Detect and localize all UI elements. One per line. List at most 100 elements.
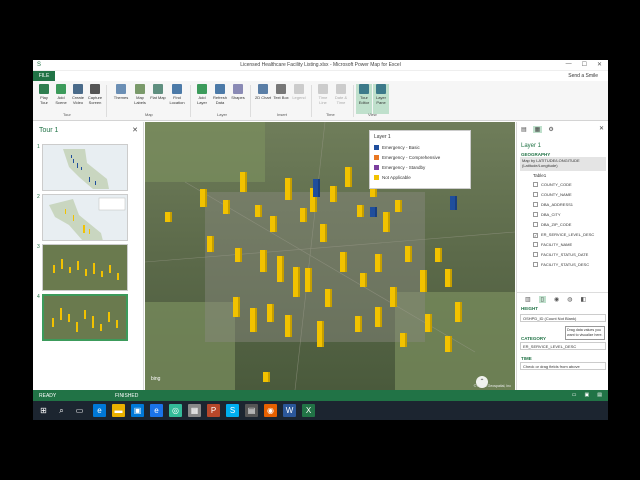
field-checkbox[interactable] [533,192,538,197]
tour-close-button[interactable]: ✕ [132,126,138,134]
scene-thumbnail[interactable]: 1 [37,144,133,191]
field-checkbox[interactable] [533,262,538,267]
firefox-icon[interactable]: ◉ [264,404,277,417]
scene-thumbnail-selected[interactable]: 4 [37,294,133,341]
field-checkbox-checked[interactable]: ✓ [533,233,538,238]
field-item[interactable]: FACILITY_STATUS_DATE [533,252,588,257]
ribbon-divider [311,85,312,117]
excel-icon[interactable]: X [302,404,315,417]
map-column-shade [268,372,270,382]
map-column-shade [405,333,407,347]
table-name[interactable]: Table1 [533,173,546,178]
word-icon[interactable]: W [283,404,296,417]
skype-icon[interactable]: S [226,404,239,417]
camera-icon [90,84,100,94]
window-title: Licensed Healthcare Facility Listing.xls… [240,62,401,68]
create-video-button[interactable]: Create Video [70,84,86,105]
map-column-shade [290,178,292,200]
geography-selection[interactable]: Map by LATITUDE/LONGITUDE (Latitude/Long… [520,157,606,171]
send-smile-button[interactable]: Send a Smile [568,73,598,79]
time-field-well[interactable]: Check or drag fields from above [520,362,606,370]
close-window-button[interactable]: ✕ [597,61,602,68]
video-icon [73,84,83,94]
field-checkbox[interactable] [533,202,538,207]
field-checkbox[interactable] [533,212,538,217]
windows-start-icon[interactable]: ⊞ [37,404,50,417]
map-column-shade [375,207,377,217]
field-item-checked[interactable]: ✓ ER_SERVICE_LEVEL_DESC [533,232,594,238]
2d-chart-button[interactable]: 2D Chart [255,84,271,100]
map-labels-button[interactable]: Map Labels [132,84,148,105]
minimize-button[interactable]: — [566,61,572,68]
map-legend[interactable]: Layer 1 Emergency - Basic Emergency - Co… [369,130,471,189]
text-box-button[interactable]: Text Box [273,84,289,100]
bubble-icon[interactable]: ◉ [554,296,559,303]
status-view-icon[interactable]: ▤ [597,392,602,398]
layer-pane: ▤ ▦ ⚙ ✕ Layer 1 GEOGRAPHY Map by LATITUD… [516,122,608,390]
bing-logo: bing [151,376,161,382]
layer-list-icon[interactable]: ▦ [532,126,543,133]
file-tab[interactable]: FILE [33,71,55,81]
app-icon[interactable]: ▦ [188,404,201,417]
find-location-icon [172,84,182,94]
capture-screen-button[interactable]: Capture Screen [87,84,103,105]
flat-map-button[interactable]: Flat Map [150,84,166,100]
tour-editor-button[interactable]: Tour Editor [356,84,372,114]
height-field-well[interactable]: OSHPD_ID (Count Not Blank) [520,314,606,322]
map-canvas[interactable]: Layer 1 Emergency - Basic Emergency - Co… [145,122,515,390]
powerpoint-icon[interactable]: P [207,404,220,417]
store-icon[interactable]: ▣ [131,404,144,417]
add-scene-button[interactable]: Add Scene [53,84,69,105]
stacked-column-icon[interactable]: ▥ [525,296,531,303]
clustered-column-icon[interactable]: ▯ [538,296,546,303]
play-icon [39,84,49,94]
map-column-shade [265,250,267,272]
refresh-data-button[interactable]: Refresh Data [212,84,228,105]
field-checkbox[interactable] [533,182,538,187]
time-line-button[interactable]: Time Line [315,84,331,105]
status-view-icon[interactable]: ▣ [585,392,590,398]
legend-item: Emergency - Basic [374,145,420,150]
edge-browser-icon[interactable]: e [93,404,106,417]
search-icon[interactable]: ⌕ [55,404,68,417]
heat-map-icon[interactable]: ◍ [567,296,572,303]
file-explorer-icon[interactable]: ▬ [112,404,125,417]
ribbon-tab-strip: FILE Send a Smile [33,71,608,81]
find-location-button[interactable]: Find Location [169,84,185,105]
flat-map-icon [153,84,163,94]
status-view-icon[interactable]: ▭ [572,392,577,398]
app-icon[interactable]: ▤ [245,404,258,417]
field-item[interactable]: DBA_ZIP_CODE [533,222,571,227]
field-checkbox[interactable] [533,252,538,257]
play-tour-button[interactable]: Play Tour [36,84,52,105]
scene-thumbnail[interactable]: 3 [37,244,133,291]
field-item[interactable]: DBA_ADDRESS1 [533,202,573,207]
maximize-button[interactable]: ☐ [582,61,587,68]
layers-icon[interactable]: ▤ [521,126,527,133]
legend-button[interactable]: Legend [291,84,307,100]
legend-swatch [374,155,379,160]
scene-thumbnail[interactable]: 2 [37,194,133,241]
themes-button[interactable]: Themes [113,84,129,100]
field-item[interactable]: COUNTY_CODE [533,182,572,187]
field-item[interactable]: FACILITY_NAME [533,242,572,247]
field-item[interactable]: COUNTY_NAME [533,192,572,197]
time-heading: TIME [521,356,532,361]
layer-pane-button[interactable]: Layer Pane [373,84,389,114]
chrome-icon[interactable]: ◎ [169,404,182,417]
shapes-button[interactable]: Shapes [230,84,246,100]
settings-icon[interactable]: ⚙ [548,126,553,133]
map-column-shade [380,254,382,272]
field-item[interactable]: DBA_CITY [533,212,561,217]
category-field-well[interactable]: ER_SERVICE_LEVEL_DESC [520,342,606,350]
task-view-icon[interactable]: ▭ [73,404,86,417]
date-time-button[interactable]: Date & Time [333,84,349,105]
field-item[interactable]: FACILITY_STATUS_DESC [533,262,589,267]
field-checkbox[interactable] [533,242,538,247]
layer-name[interactable]: Layer 1 [521,143,541,149]
ie-icon[interactable]: e [150,404,163,417]
field-checkbox[interactable] [533,222,538,227]
layer-pane-close-button[interactable]: ✕ [599,125,604,132]
add-layer-button[interactable]: Add Layer [194,84,210,105]
region-icon[interactable]: ◧ [580,296,586,303]
